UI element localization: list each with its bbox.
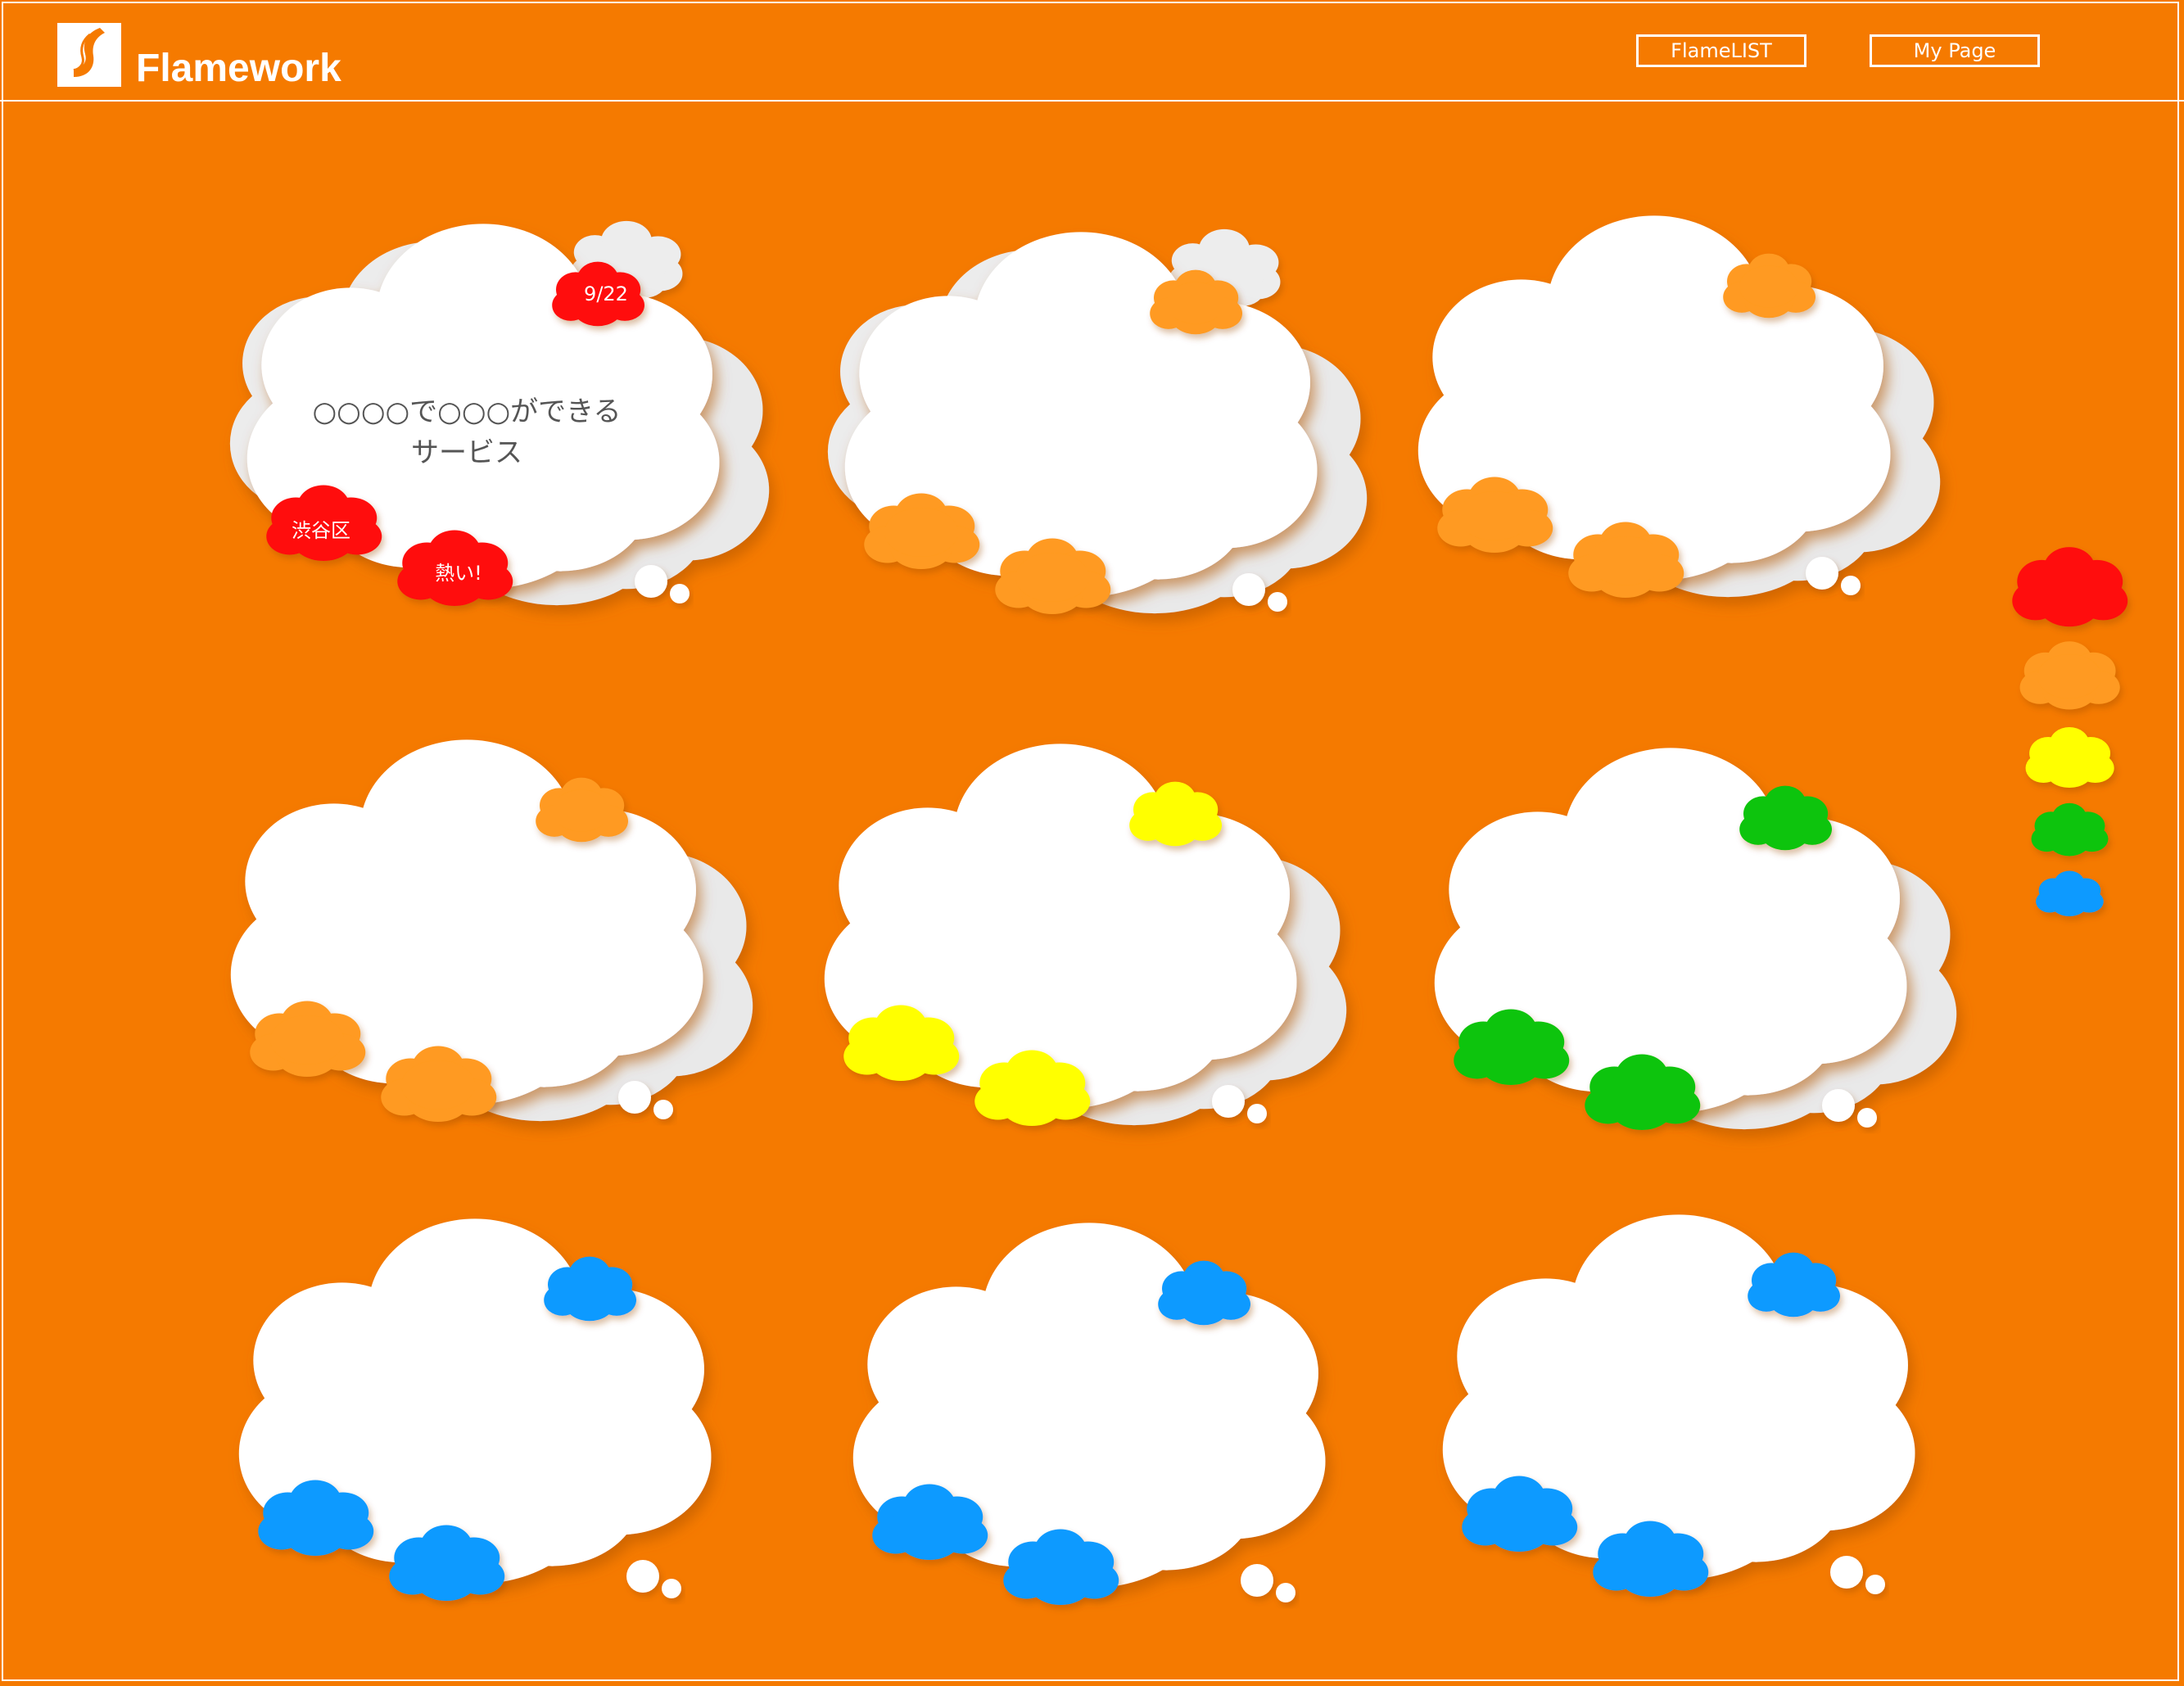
- thought-dot: [618, 1081, 651, 1114]
- legend-cloud-yellow[interactable]: [2025, 727, 2114, 788]
- cloud-card[interactable]: [827, 228, 1368, 614]
- date-tag-label: 9/22: [584, 283, 628, 305]
- thought-dot: [1276, 1583, 1295, 1602]
- thought-dot: [670, 584, 690, 603]
- cloud-card[interactable]: [1442, 1214, 1915, 1597]
- thought-dot: [653, 1100, 673, 1119]
- thought-dot: [1865, 1575, 1885, 1594]
- legend-cloud-blue[interactable]: [2036, 870, 2104, 917]
- thought-dot: [1268, 592, 1287, 612]
- location-tag-label: 渋谷区: [292, 519, 350, 542]
- thought-dot: [1232, 573, 1265, 606]
- thought-dot: [1212, 1085, 1245, 1118]
- legend-cloud-red[interactable]: [2012, 547, 2128, 627]
- thought-dot: [1841, 576, 1861, 595]
- thought-dot: [1830, 1556, 1863, 1589]
- legend-cloud-green[interactable]: [2031, 802, 2109, 857]
- cloud-card[interactable]: [230, 739, 753, 1122]
- featured-card-title-line2: サービス: [411, 436, 522, 469]
- thought-dot: [626, 1560, 659, 1593]
- cloud-card[interactable]: [1434, 748, 1957, 1130]
- cloud-card[interactable]: [824, 744, 1347, 1126]
- thought-dot: [635, 565, 667, 598]
- featured-card-title-line1: ○○○○で○○○ができる: [312, 396, 622, 428]
- cloud-board: [229, 215, 2128, 1605]
- heat-tag-label: 熱い!: [435, 562, 482, 585]
- cloud-card[interactable]: [238, 1218, 712, 1601]
- cloud-card[interactable]: [1418, 215, 1941, 598]
- thought-dot: [1241, 1564, 1273, 1597]
- thought-dot: [1806, 557, 1838, 590]
- thought-dot: [1247, 1104, 1267, 1123]
- thought-dot: [1857, 1108, 1877, 1128]
- legend-cloud-orange[interactable]: [2019, 641, 2120, 710]
- cloud-card[interactable]: [852, 1223, 1326, 1605]
- featured-card-title: ○○○○で○○○ができる サービス: [270, 391, 663, 473]
- thought-dot: [1822, 1089, 1855, 1122]
- thought-dot: [662, 1579, 681, 1598]
